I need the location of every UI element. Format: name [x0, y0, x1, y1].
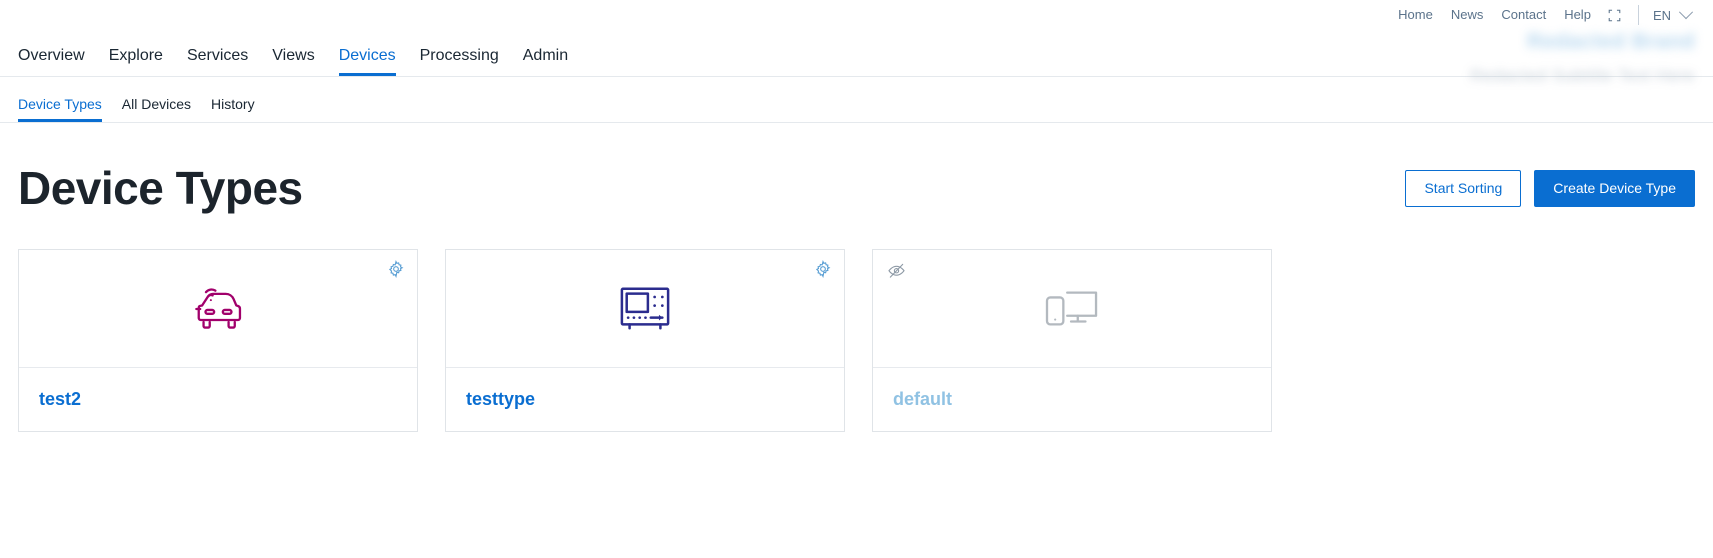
device-type-card-grid: test2 testtype default: [0, 211, 1713, 432]
utility-bar: Home News Contact Help EN: [0, 0, 1713, 30]
nav-item-services[interactable]: Services: [175, 48, 260, 76]
device-type-card-body: test2: [19, 368, 417, 431]
utility-link-home[interactable]: Home: [1389, 0, 1442, 30]
language-selector[interactable]: EN: [1652, 5, 1695, 23]
device-type-name[interactable]: testtype: [466, 389, 535, 410]
start-sorting-button[interactable]: Start Sorting: [1405, 169, 1522, 207]
device-type-card-body: testtype: [446, 368, 844, 431]
nav-item-views[interactable]: Views: [260, 48, 326, 76]
nav-item-admin[interactable]: Admin: [511, 48, 580, 76]
device-type-name[interactable]: default: [893, 389, 952, 410]
gear-icon[interactable]: [387, 260, 405, 278]
main-navigation: Overview Explore Services Views Devices …: [0, 30, 1713, 76]
create-device-type-button[interactable]: Create Device Type: [1534, 169, 1695, 207]
nav-item-explore[interactable]: Explore: [97, 48, 175, 76]
device-type-card-body: default: [873, 368, 1271, 431]
chevron-down-icon: [1678, 5, 1694, 20]
device-type-name[interactable]: test2: [39, 389, 81, 410]
nav-item-devices[interactable]: Devices: [327, 48, 408, 76]
eye-slash-icon: [887, 261, 906, 280]
device-type-card[interactable]: testtype: [445, 249, 845, 432]
subnav-item-all-devices[interactable]: All Devices: [112, 97, 201, 122]
monitor-phone-icon: [1045, 291, 1098, 326]
subnav-item-history[interactable]: History: [201, 97, 265, 122]
page-header: Device Types Start Sorting Create Device…: [0, 123, 1713, 211]
utility-link-contact[interactable]: Contact: [1492, 0, 1555, 30]
utility-link-news[interactable]: News: [1442, 0, 1493, 30]
connected-car-icon: [195, 287, 242, 329]
language-value: EN: [1652, 7, 1671, 23]
utility-divider: [1637, 5, 1639, 25]
fullscreen-icon[interactable]: [1604, 4, 1626, 26]
device-type-card-media: [19, 250, 417, 368]
page-title: Device Types: [18, 162, 303, 214]
oscilloscope-icon: [620, 287, 670, 330]
device-type-card-media: [446, 250, 844, 368]
gear-icon[interactable]: [814, 260, 832, 278]
nav-item-overview[interactable]: Overview: [18, 48, 97, 76]
device-type-card[interactable]: test2: [18, 249, 418, 432]
sub-navigation: Device Types All Devices History: [0, 77, 1713, 122]
device-type-card-media: [873, 250, 1271, 368]
device-type-card[interactable]: default: [872, 249, 1272, 432]
page-actions: Start Sorting Create Device Type: [1405, 169, 1695, 207]
subnav-item-device-types[interactable]: Device Types: [18, 97, 112, 122]
nav-item-processing[interactable]: Processing: [408, 48, 511, 76]
utility-link-help[interactable]: Help: [1555, 0, 1600, 30]
